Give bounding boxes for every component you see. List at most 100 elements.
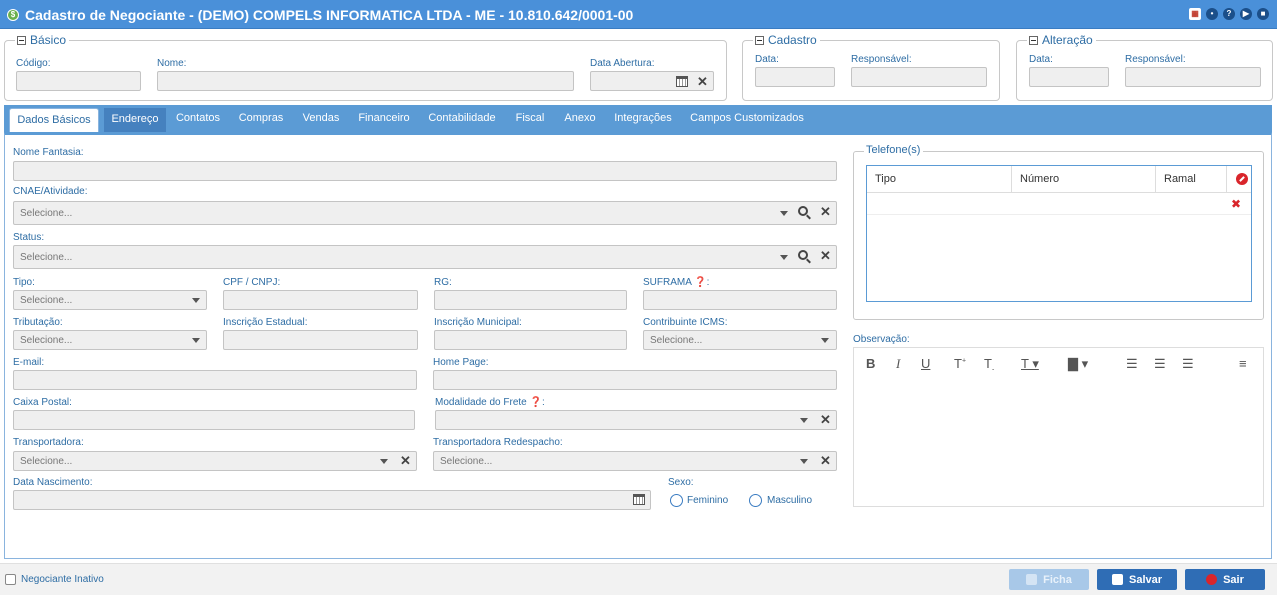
tab-compras[interactable]: Compras <box>234 105 288 132</box>
tab-endereco[interactable]: Endereço <box>104 108 166 132</box>
chevron-down-icon[interactable] <box>800 418 808 423</box>
column-tipo[interactable]: Tipo <box>867 166 1012 193</box>
table-row[interactable]: ✖ <box>867 193 1251 215</box>
chevron-down-icon[interactable] <box>800 459 808 464</box>
inscricao-estadual-input[interactable] <box>223 330 418 350</box>
telefones-grid: Tipo Número Ramal ✖ <box>866 165 1252 302</box>
sair-label: Sair <box>1223 573 1244 586</box>
chevron-down-icon[interactable] <box>821 338 829 343</box>
tipo-select[interactable]: Selecione... <box>13 290 207 310</box>
help-icon[interactable]: ❓ <box>530 397 542 408</box>
suframa-label-text: SUFRAMA <box>643 277 692 288</box>
modalidade-frete-label: Modalidade do Frete ❓: <box>435 397 545 408</box>
chevron-down-icon[interactable] <box>192 338 200 343</box>
modalidade-frete-select[interactable] <box>435 410 837 430</box>
clear-icon[interactable]: ✕ <box>820 205 831 218</box>
data-nascimento-input[interactable] <box>13 490 651 510</box>
italic-icon[interactable]: I <box>896 356 900 372</box>
settings-icon[interactable]: • <box>1206 8 1218 20</box>
inativo-checkbox[interactable] <box>5 574 16 585</box>
tributacao-select[interactable]: Selecione... <box>13 330 207 350</box>
chevron-down-icon[interactable] <box>780 255 788 260</box>
search-icon[interactable] <box>798 206 808 216</box>
underline-icon[interactable]: U <box>921 356 930 371</box>
clear-icon[interactable]: ✕ <box>820 454 831 467</box>
cadastro-legend-label: Cadastro <box>768 33 817 47</box>
cnae-select[interactable]: Selecione... <box>13 201 837 225</box>
salvar-button[interactable]: Salvar <box>1097 569 1177 590</box>
clear-icon[interactable]: ✕ <box>820 413 831 426</box>
radio-feminino[interactable] <box>670 494 683 507</box>
clear-icon[interactable]: ✕ <box>400 454 411 467</box>
bold-icon[interactable]: B <box>866 356 875 371</box>
superscript-icon[interactable]: T+ <box>954 356 966 371</box>
align-center-icon[interactable]: ☰ <box>1154 356 1166 372</box>
alteracao-legend[interactable]: Alteração <box>1027 33 1096 47</box>
tab-financeiro[interactable]: Financeiro <box>353 105 415 132</box>
calendar-icon[interactable]: ▦ <box>1189 8 1201 20</box>
tab-contabilidade[interactable]: Contabilidade <box>424 105 500 132</box>
basico-legend[interactable]: Básico <box>15 33 70 47</box>
column-ramal[interactable]: Ramal <box>1156 166 1227 193</box>
clear-icon[interactable]: ✕ <box>697 75 708 88</box>
status-select[interactable]: Selecione... <box>13 245 837 269</box>
rg-input[interactable] <box>434 290 627 310</box>
chevron-down-icon[interactable] <box>192 298 200 303</box>
cadastro-legend[interactable]: Cadastro <box>753 33 820 47</box>
inativo-label: Negociante Inativo <box>21 574 104 585</box>
chevron-down-icon[interactable] <box>780 211 788 216</box>
help-icon[interactable]: ❓ <box>694 277 706 288</box>
tab-fiscal[interactable]: Fiscal <box>510 105 550 132</box>
delete-row-icon[interactable]: ✖ <box>1231 197 1241 211</box>
tab-vendas[interactable]: Vendas <box>297 105 345 132</box>
transportadora-redespacho-select[interactable]: Selecione... <box>433 451 837 471</box>
caixa-postal-input[interactable] <box>13 410 415 430</box>
subscript-icon[interactable]: T- <box>984 356 994 374</box>
align-right-icon[interactable]: ☰ <box>1182 356 1194 372</box>
highlight-icon[interactable]: ▇ ▾ <box>1068 356 1088 372</box>
collapse-icon[interactable] <box>755 35 764 45</box>
search-icon[interactable] <box>798 250 808 260</box>
align-left-icon[interactable]: ☰ <box>1126 356 1138 372</box>
column-numero[interactable]: Número <box>1012 166 1156 193</box>
alteracao-data-input <box>1029 67 1109 87</box>
play-icon[interactable]: ▶ <box>1240 8 1252 20</box>
alteracao-legend-label: Alteração <box>1042 33 1093 47</box>
observacao-editor[interactable]: B I U T+ T- T ▾ ▇ ▾ ☰ ☰ ☰ ≡ <box>853 347 1264 507</box>
font-color-icon[interactable]: T ▾ <box>1021 356 1039 372</box>
chevron-down-icon[interactable] <box>380 459 388 464</box>
tab-contatos[interactable]: Contatos <box>171 105 225 132</box>
contribuinte-icms-select[interactable]: Selecione... <box>643 330 837 350</box>
nome-label: Nome: <box>157 58 187 69</box>
transportadora-select[interactable]: Selecione... <box>13 451 417 471</box>
tab-integracoes[interactable]: Integrações <box>610 105 676 132</box>
inscricao-estadual-label: Inscrição Estadual: <box>223 317 308 328</box>
tab-campos-customizados[interactable]: Campos Customizados <box>687 105 807 132</box>
collapse-icon[interactable] <box>1029 35 1038 45</box>
menu-icon[interactable]: ≡ <box>1239 356 1247 371</box>
collapse-icon[interactable] <box>17 35 26 45</box>
suframa-input[interactable] <box>643 290 837 310</box>
transportadora-label: Transportadora: <box>13 437 84 448</box>
radio-masculino[interactable] <box>749 494 762 507</box>
nome-fantasia-input[interactable] <box>13 161 837 181</box>
cpf-cnpj-input[interactable] <box>223 290 418 310</box>
nome-input[interactable] <box>157 71 574 91</box>
calendar-icon[interactable] <box>633 494 645 505</box>
clear-icon[interactable]: ✕ <box>820 249 831 262</box>
ficha-button[interactable]: Ficha <box>1009 569 1089 590</box>
inscricao-municipal-input[interactable] <box>434 330 627 350</box>
tab-anexo[interactable]: Anexo <box>559 105 601 132</box>
sair-button[interactable]: Sair <box>1185 569 1265 590</box>
close-icon[interactable]: ■ <box>1257 8 1269 20</box>
email-input[interactable] <box>13 370 417 390</box>
remove-all-icon[interactable] <box>1236 173 1248 185</box>
help-icon[interactable]: ? <box>1223 8 1235 20</box>
window-titlebar: $ Cadastro de Negociante - (DEMO) COMPEL… <box>0 0 1277 29</box>
tab-dados-basicos[interactable]: Dados Básicos <box>9 108 99 132</box>
home-page-input[interactable] <box>433 370 837 390</box>
codigo-input[interactable] <box>16 71 141 91</box>
calendar-icon[interactable] <box>676 76 688 87</box>
data-abertura-input[interactable] <box>590 71 714 91</box>
data-abertura-label: Data Abertura: <box>590 58 655 69</box>
